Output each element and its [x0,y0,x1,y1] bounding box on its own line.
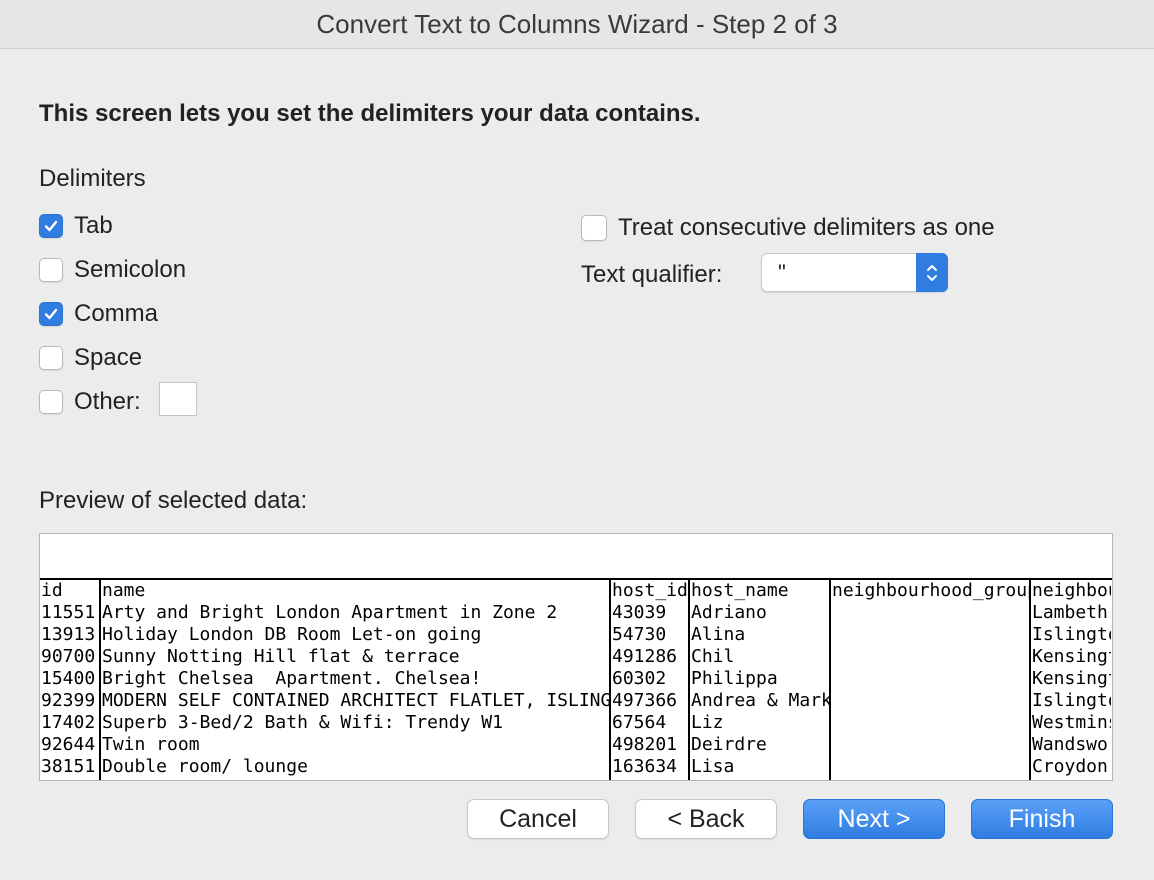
preview-cell: 497366 [612,690,678,711]
other-checkbox-row[interactable]: Other: [39,388,141,416]
preview-cell: 60302 [612,668,667,689]
cancel-button[interactable]: Cancel [467,799,609,839]
preview-cell: Holiday London DB Room Let-on going [102,624,482,645]
preview-cell: Croydon [1032,756,1108,777]
space-label: Space [74,344,143,371]
chevron-updown-icon[interactable] [916,253,948,292]
preview-cell [831,646,1029,668]
delimiters-label: Delimiters [39,165,146,192]
preview-cell: Double room/ lounge [102,756,308,777]
preview-header-cell: neighbourhood_group [832,580,1031,601]
preview-cell: Adriano [691,602,767,623]
preview-column-neighbourhood[interactable]: neighbou Lambeth Islingto Kensingt Kensingt I… [1031,580,1111,780]
window-title: Convert Text to Columns Wizard - Step 2 … [316,8,838,39]
preview-cell: 38151 [41,756,96,777]
text-qualifier-select[interactable]: " [761,253,948,292]
preview-cell: 15400 [41,668,96,689]
preview-cell: Alina [691,624,746,645]
preview-cell: Lambeth [1032,602,1108,623]
preview-header-cell: id [41,580,63,601]
preview-cell: 17402 [41,712,96,733]
preview-cell: 67564 [612,712,667,733]
consecutive-checkbox-row[interactable]: Treat consecutive delimiters as one [581,214,995,242]
space-checkbox-row[interactable]: Space [39,344,142,372]
preview-cell: 92399 [41,690,96,711]
preview-cell: 163634 [612,756,678,777]
other-delimiter-input[interactable] [159,382,197,416]
text-qualifier-value: " [778,260,786,285]
tab-label: Tab [74,212,113,239]
preview-cell: Deirdre [691,734,767,755]
preview-cell: Liz [691,712,724,733]
preview-label: Preview of selected data: [39,487,308,514]
preview-cell [831,712,1029,734]
preview-cell: Arty and Bright London Apartment in Zone… [102,602,558,623]
preview-cell: Westmins [1032,712,1111,733]
preview-cell [831,756,1029,778]
comma-checkbox-row[interactable]: Comma [39,300,158,328]
preview-cell: 54730 [612,624,667,645]
text-qualifier-label: Text qualifier: [581,261,723,288]
preview-cell: 13913 [41,624,96,645]
preview-cell: Islingto [1032,624,1111,645]
finish-button[interactable]: Finish [971,799,1113,839]
preview-grid: id 11551 13913 90700 15400 92399 17402 92644 381… [40,580,1112,780]
space-checkbox[interactable] [39,346,63,370]
preview-cell [831,602,1029,624]
preview-cell: MODERN SELF CONTAINED ARCHITECT FLATLET,… [102,690,611,711]
comma-label: Comma [74,300,159,327]
other-label: Other: [74,388,141,415]
instructions-heading: This screen lets you set the delimiters … [39,100,701,127]
semicolon-label: Semicolon [74,256,187,283]
preview-cell: 11551 [41,602,96,623]
preview-cell: Twin room [102,734,200,755]
semicolon-checkbox[interactable] [39,258,63,282]
preview-cell [831,668,1029,690]
preview-cell [831,690,1029,712]
preview-header-cell: name [102,580,146,601]
consecutive-delimiters-label: Treat consecutive delimiters as one [618,214,995,241]
preview-cell: Sunny Notting Hill flat & terrace [102,646,460,667]
preview-cell [831,734,1029,756]
preview-column-name[interactable]: name Arty and Bright London Apartment in … [101,580,611,780]
preview-column-ruler [40,534,1112,580]
semicolon-checkbox-row[interactable]: Semicolon [39,256,186,284]
preview-cell: Islingto [1032,690,1111,711]
preview-header-cell: host_id [612,580,688,601]
preview-cell: Lisa [691,756,735,777]
window-title-bar: Convert Text to Columns Wizard - Step 2 … [0,0,1154,49]
other-checkbox[interactable] [39,390,63,414]
preview-column-id[interactable]: id 11551 13913 90700 15400 92399 17402 92644 381… [40,580,101,780]
preview-cell [831,624,1029,646]
back-button[interactable]: < Back [635,799,777,839]
preview-column-host-id[interactable]: host_id 43039 54730 491286 60302 497366 67564 4… [611,580,690,780]
data-preview-pane[interactable]: id 11551 13913 90700 15400 92399 17402 92644 381… [39,533,1113,781]
comma-checkbox[interactable] [39,302,63,326]
preview-cell: 43039 [612,602,667,623]
preview-cell: Andrea & Mark [691,690,831,711]
preview-column-neighbourhood-group[interactable]: neighbourhood_group [831,580,1031,780]
preview-cell: 498201 [612,734,678,755]
preview-cell: Kensingt [1032,668,1111,689]
preview-cell: Superb 3-Bed/2 Bath & Wifi: Trendy W1 [102,712,503,733]
next-button[interactable]: Next > [803,799,945,839]
consecutive-delimiters-checkbox[interactable] [581,215,607,241]
preview-cell: Philippa [691,668,778,689]
preview-cell: 491286 [612,646,678,667]
preview-column-host-name[interactable]: host_name Adriano Alina Chil Philippa Andrea … [690,580,831,780]
tab-checkbox[interactable] [39,214,63,238]
preview-cell: Bright Chelsea Apartment. Chelsea! [102,668,482,689]
preview-cell: Chil [691,646,735,667]
preview-cell: 92644 [41,734,96,755]
preview-cell: 90700 [41,646,96,667]
preview-header-cell: neighbou [1032,580,1111,601]
preview-cell: Wandswor [1032,734,1111,755]
preview-header-cell: host_name [691,580,789,601]
tab-checkbox-row[interactable]: Tab [39,212,113,240]
preview-cell: Kensingt [1032,646,1111,667]
